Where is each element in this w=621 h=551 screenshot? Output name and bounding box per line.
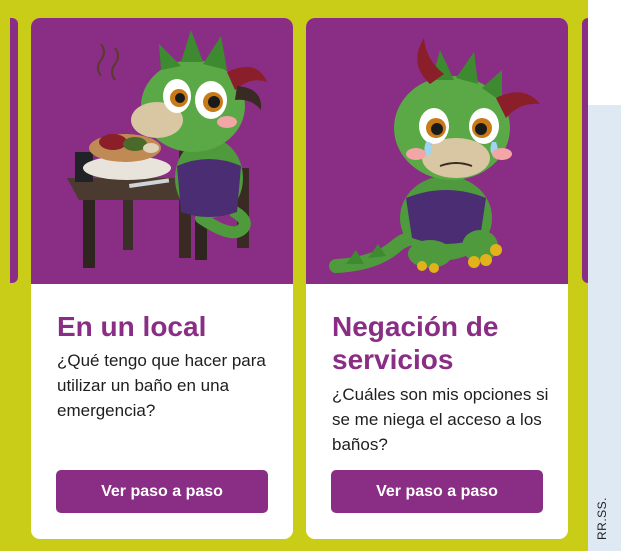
dragon-crying-icon <box>329 38 540 273</box>
step-by-step-button[interactable]: Ver paso a paso <box>56 470 268 513</box>
photo-credit: RR.SS. <box>595 496 609 540</box>
card-title: Negación de servicios <box>332 311 499 375</box>
next-card-edge[interactable] <box>582 18 588 283</box>
card-description: ¿Cuáles son mis opciones si se me niega … <box>332 385 549 454</box>
card-image <box>306 18 568 284</box>
card-negacion-de-servicios[interactable]: Negación de servicios ¿Cuáles son mis op… <box>306 18 568 539</box>
card-title: En un local <box>57 311 207 342</box>
card-description: ¿Qué tengo que hacer para utilizar un ba… <box>57 351 266 420</box>
previous-card-edge[interactable] <box>10 18 18 283</box>
dragon-eating-icon <box>67 30 267 268</box>
card-en-un-local[interactable]: En un local ¿Qué tengo que hacer para ut… <box>31 18 293 539</box>
card-carousel: En un local ¿Qué tengo que hacer para ut… <box>0 0 588 551</box>
card-image <box>31 18 293 284</box>
step-by-step-button[interactable]: Ver paso a paso <box>331 470 543 513</box>
